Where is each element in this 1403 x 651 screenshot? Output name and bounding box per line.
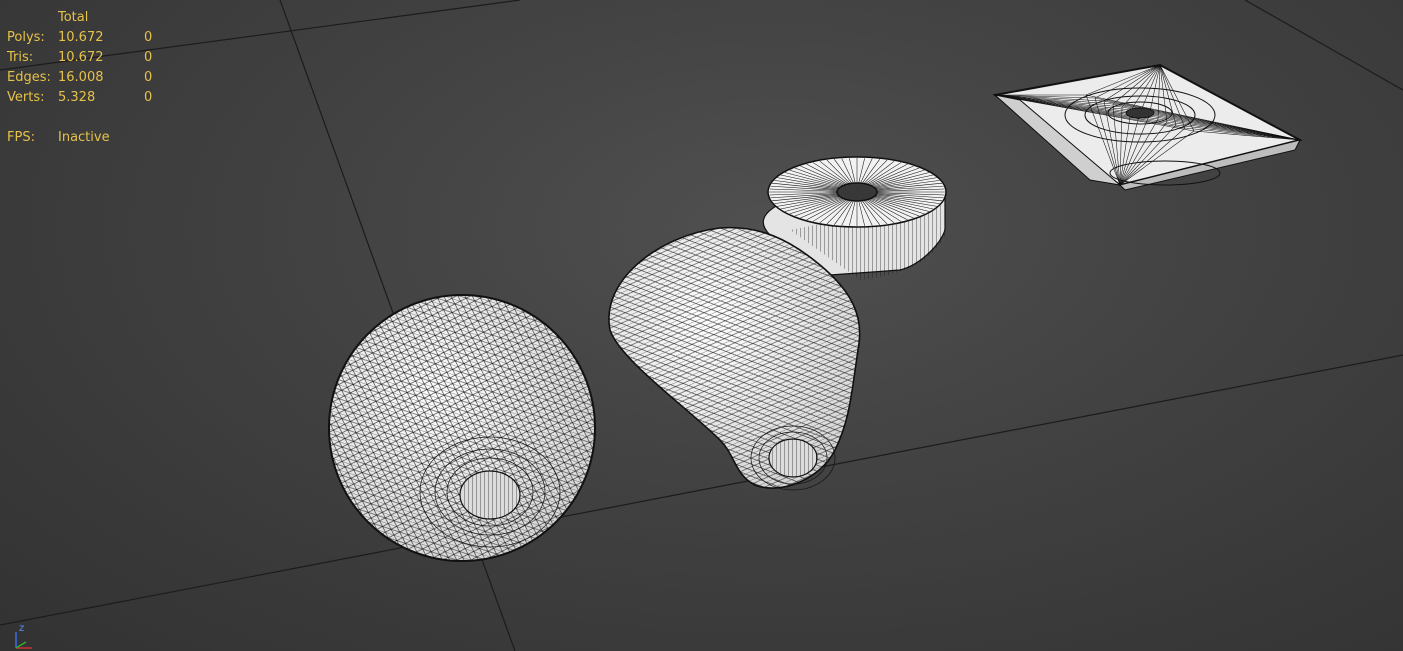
stem-body-mesh[interactable] [608,156,947,491]
stats-total-value: 10.672 [58,30,104,45]
stats-total-value: 10.672 [58,50,104,65]
fps-value: Inactive [58,130,110,145]
star-plate-mesh[interactable] [992,63,1303,191]
stats-label: Polys: [7,30,45,45]
stats-total-header: Total [58,10,89,25]
axis-tripod-icon: z [15,623,32,649]
viewport-scene[interactable] [0,0,1403,651]
stats-label: Verts: [7,90,45,105]
stats-total-value: 5.328 [58,90,96,105]
stats-selected-value: 0 [144,70,153,85]
stats-selected-value: 0 [144,30,153,45]
stats-label: Edges: [7,70,51,85]
stats-selected-value: 0 [144,50,153,65]
stats-total-value: 16.008 [58,70,104,85]
fps-label: FPS: [7,130,35,145]
axis-z-label: z [19,623,24,634]
3d-viewport[interactable]: Total Polys: 10.672 0 Tris: 10.672 0 Edg… [0,0,1403,651]
stats-label: Tris: [7,50,34,65]
sphere-knob-mesh[interactable] [328,294,596,562]
stats-selected-value: 0 [144,90,153,105]
